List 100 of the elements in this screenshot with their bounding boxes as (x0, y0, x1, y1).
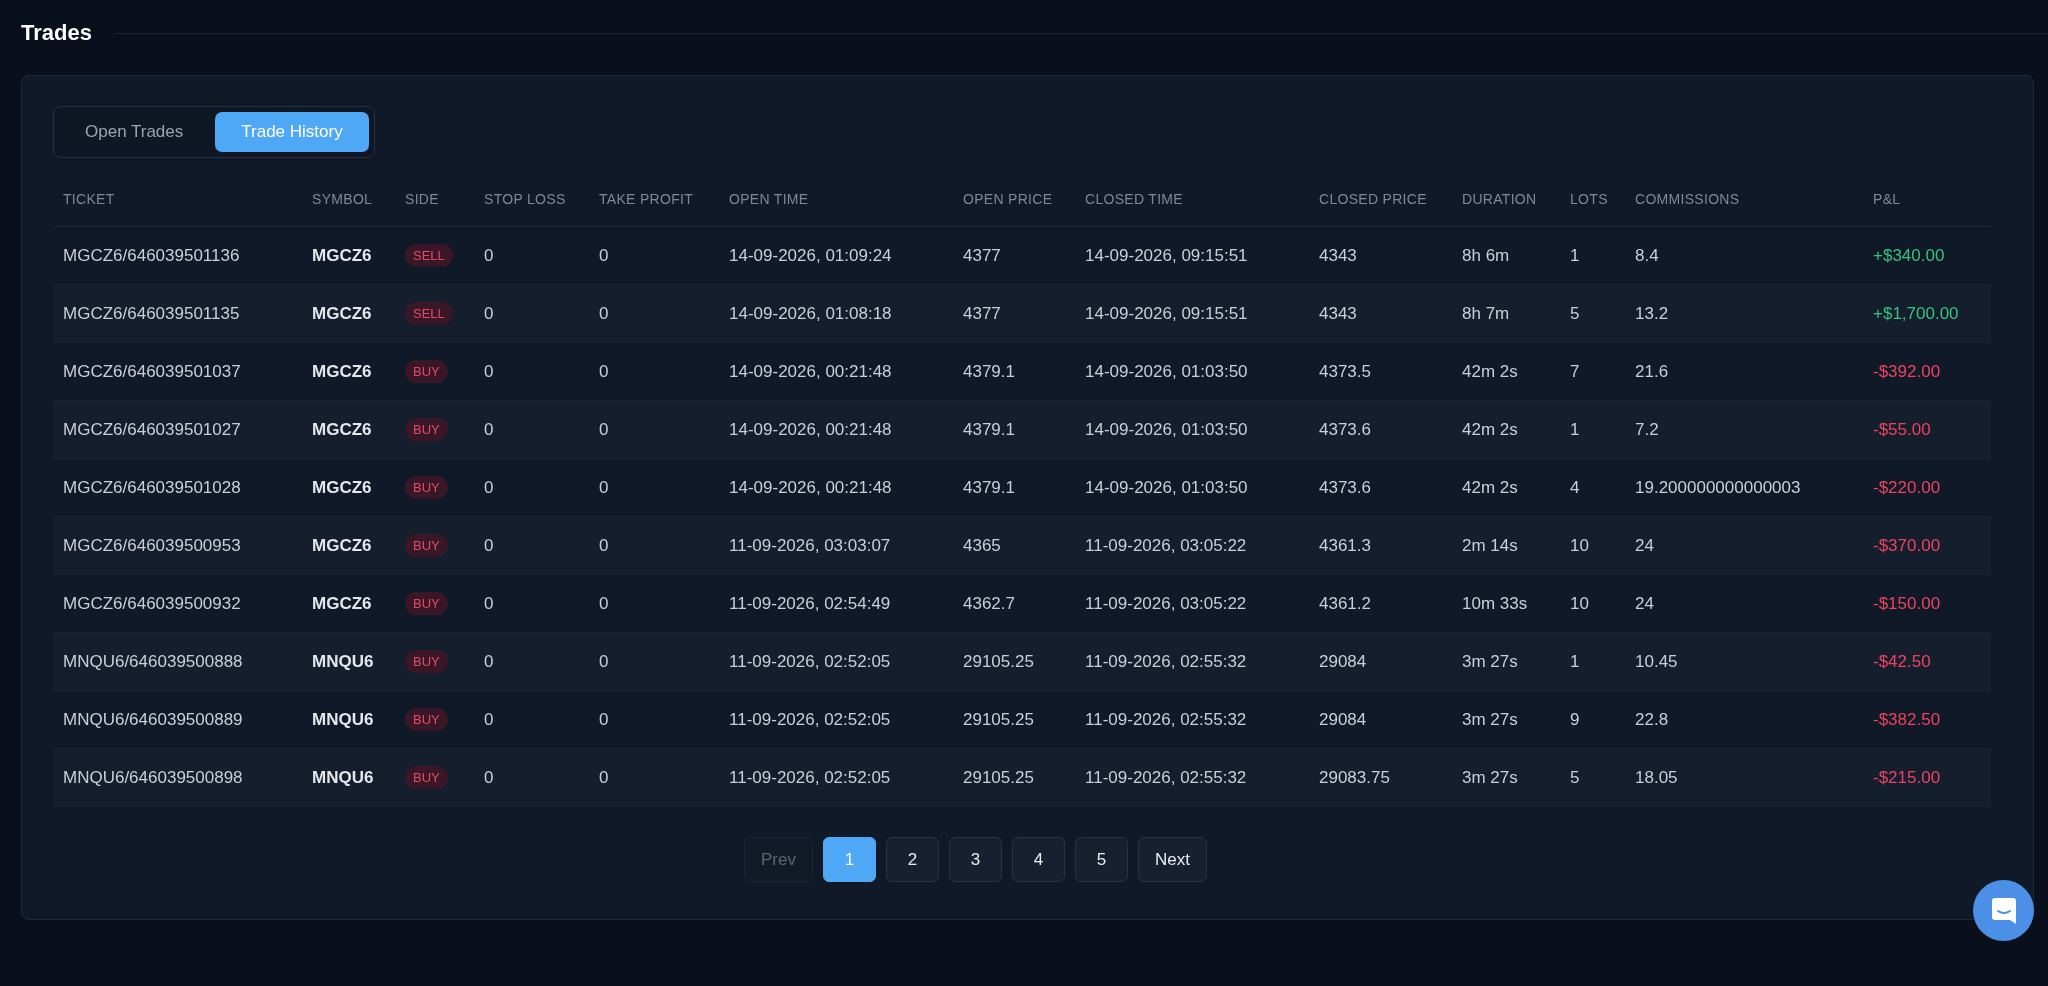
table-cell: MGCZ6 (302, 574, 395, 633)
table-cell: 0 (589, 284, 719, 343)
table-cell: 14-09-2026, 01:03:50 (1075, 342, 1309, 401)
table-cell: 4361.3 (1309, 516, 1452, 575)
side-badge: BUY (405, 592, 448, 615)
table-cell: 29105.25 (953, 690, 1075, 749)
table-cell: 14-09-2026, 01:08:18 (719, 284, 953, 343)
table-cell: 0 (589, 516, 719, 575)
table-cell: 1 (1560, 400, 1625, 459)
table-cell: 13.2 (1625, 284, 1863, 343)
pnl-cell: +$1,700.00 (1863, 284, 1991, 343)
table-cell: 0 (474, 632, 589, 691)
table-cell: 11-09-2026, 02:52:05 (719, 632, 953, 691)
table-cell: 8h 6m (1452, 226, 1560, 285)
next-button[interactable]: Next (1138, 837, 1207, 882)
table-cell: 0 (474, 516, 589, 575)
side-badge: BUY (405, 766, 448, 789)
table-cell: 7.2 (1625, 400, 1863, 459)
tab[interactable]: Open Trades (59, 112, 210, 152)
table-cell: 14-09-2026, 00:21:48 (719, 342, 953, 401)
table-cell: 11-09-2026, 02:52:05 (719, 748, 953, 807)
table-cell: 4373.6 (1309, 400, 1452, 459)
table-cell: 5 (1560, 284, 1625, 343)
table-cell: 29084 (1309, 690, 1452, 749)
table-cell: 0 (589, 342, 719, 401)
table-cell: 0 (474, 342, 589, 401)
column-header: CLOSED TIME (1075, 172, 1309, 227)
column-header: LOTS (1560, 172, 1625, 227)
column-header: P&L (1863, 172, 1991, 227)
table-cell: 11-09-2026, 02:52:05 (719, 690, 953, 749)
table-cell: 29105.25 (953, 632, 1075, 691)
table-cell: 0 (474, 574, 589, 633)
table-cell: MNQU6 (302, 632, 395, 691)
table-cell: 24 (1625, 574, 1863, 633)
column-header: CLOSED PRICE (1309, 172, 1452, 227)
table-cell: MNQU6/646039500898 (53, 748, 302, 807)
table-cell: MGCZ6/646039500953 (53, 516, 302, 575)
table-cell: 4379.1 (953, 400, 1075, 459)
table-cell: MGCZ6/646039501028 (53, 458, 302, 517)
table-cell: MGCZ6 (302, 284, 395, 343)
pnl-cell: -$150.00 (1863, 574, 1991, 633)
table-cell: 4379.1 (953, 342, 1075, 401)
page-button[interactable]: 3 (949, 837, 1002, 882)
table-cell: 22.8 (1625, 690, 1863, 749)
table-cell: 4377 (953, 226, 1075, 285)
pnl-cell: +$340.00 (1863, 226, 1991, 285)
table-cell: 0 (589, 226, 719, 285)
table-cell: 0 (589, 690, 719, 749)
table-cell: 0 (474, 458, 589, 517)
column-header: DURATION (1452, 172, 1560, 227)
side-badge: BUY (405, 418, 448, 441)
table-cell: MGCZ6/646039500932 (53, 574, 302, 633)
pnl-cell: -$370.00 (1863, 516, 1991, 575)
table-cell: 14-09-2026, 00:21:48 (719, 400, 953, 459)
chat-button[interactable] (1973, 880, 2034, 941)
table-cell: 3m 27s (1452, 748, 1560, 807)
table-cell: 11-09-2026, 02:55:32 (1075, 632, 1309, 691)
table-cell: 10m 33s (1452, 574, 1560, 633)
table-cell: 4343 (1309, 284, 1452, 343)
table-cell: 0 (474, 748, 589, 807)
table-cell: 4361.2 (1309, 574, 1452, 633)
table-cell: 10.45 (1625, 632, 1863, 691)
page-button[interactable]: 2 (886, 837, 939, 882)
column-header: SYMBOL (302, 172, 395, 227)
table-cell: MGCZ6 (302, 226, 395, 285)
table-cell: 14-09-2026, 09:15:51 (1075, 284, 1309, 343)
page-button[interactable]: 5 (1075, 837, 1128, 882)
side-badge: BUY (405, 360, 448, 383)
table-cell: MNQU6 (302, 690, 395, 749)
table-cell: 2m 14s (1452, 516, 1560, 575)
table-cell: 11-09-2026, 03:05:22 (1075, 574, 1309, 633)
table-cell: 1 (1560, 226, 1625, 285)
table-cell: 18.05 (1625, 748, 1863, 807)
column-header: TAKE PROFIT (589, 172, 719, 227)
table-cell: 11-09-2026, 03:05:22 (1075, 516, 1309, 575)
table-cell: 5 (1560, 748, 1625, 807)
table-cell: MNQU6/646039500888 (53, 632, 302, 691)
table-cell: 42m 2s (1452, 400, 1560, 459)
table-cell: 4377 (953, 284, 1075, 343)
table-cell: 4343 (1309, 226, 1452, 285)
table-cell: 4362.7 (953, 574, 1075, 633)
page-title: Trades (21, 20, 92, 46)
table-cell: 4365 (953, 516, 1075, 575)
pnl-cell: -$55.00 (1863, 400, 1991, 459)
table-cell: 4373.5 (1309, 342, 1452, 401)
table-cell: 0 (589, 458, 719, 517)
table-cell: 4 (1560, 458, 1625, 517)
column-header: COMMISSIONS (1625, 172, 1863, 227)
side-badge: BUY (405, 708, 448, 731)
pnl-cell: -$215.00 (1863, 748, 1991, 807)
pnl-cell: -$42.50 (1863, 632, 1991, 691)
table-cell: 11-09-2026, 03:03:07 (719, 516, 953, 575)
table-cell: 8.4 (1625, 226, 1863, 285)
side-badge: SELL (405, 302, 453, 325)
table-cell: 1 (1560, 632, 1625, 691)
side-badge: BUY (405, 476, 448, 499)
page-button[interactable]: 4 (1012, 837, 1065, 882)
table-cell: 11-09-2026, 02:54:49 (719, 574, 953, 633)
table-cell: 3m 27s (1452, 632, 1560, 691)
table-cell: 0 (589, 574, 719, 633)
